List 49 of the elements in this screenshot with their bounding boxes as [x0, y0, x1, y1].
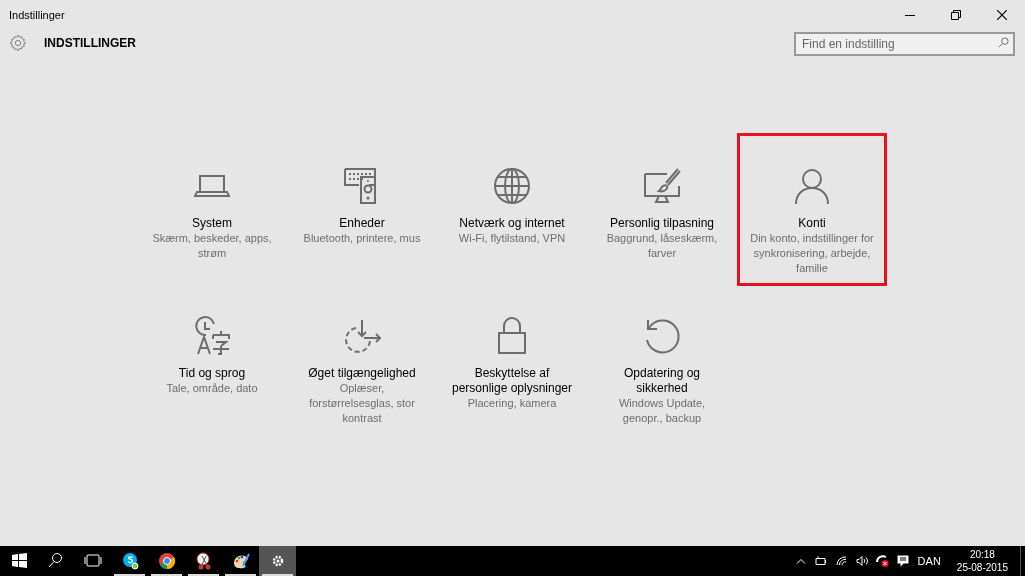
gear-icon	[9, 34, 27, 52]
settings-tile[interactable]: Konti Din konto, indstillinger for synkronisering, arbejde, familie	[737, 133, 887, 286]
tile-title: Øget tilgængelighed	[308, 366, 416, 381]
settings-tile[interactable]: Personlig tilpasning Baggrund, låseskærm, farver	[587, 133, 737, 283]
tile-description: Tale, område, dato	[166, 381, 258, 396]
tile-title: Konti	[798, 216, 826, 231]
page-title: INDSTILLINGER	[44, 35, 136, 52]
clock[interactable]: 20:18 25-08-2015	[956, 548, 1008, 574]
tile-description: Oplæser, forstørrelsesglas, stor kontrast	[308, 381, 416, 426]
browser-icon	[156, 551, 177, 571]
tile-title: System	[192, 216, 232, 231]
settings-tile[interactable]: Tid og sprog Tale, område, dato	[137, 283, 287, 433]
action-center-icon[interactable]	[896, 555, 909, 567]
person-icon	[792, 166, 832, 206]
battery-icon[interactable]	[814, 556, 827, 566]
settings-tile[interactable]: Enheder Bluetooth, printere, mus	[287, 133, 437, 283]
tile-title: Personlig tilpasning	[609, 216, 715, 231]
tile-description: Baggrund, låseskærm, farver	[605, 231, 719, 261]
globe-icon	[492, 166, 532, 206]
monitor-brush-icon	[642, 166, 682, 206]
tile-title: Beskyttelse af personlige oplysninger	[450, 366, 574, 396]
tile-description: Bluetooth, printere, mus	[303, 231, 421, 246]
settings-tile[interactable]: Netværk og internet Wi-Fi, flytilstand, VPN	[437, 133, 587, 283]
taskbar-button[interactable]	[259, 546, 296, 576]
volume-icon[interactable]	[855, 556, 868, 566]
chevron-up-icon[interactable]	[795, 558, 806, 564]
settings-tile[interactable]: Beskyttelse af personlige oplysninger Placering, kamera	[437, 283, 587, 433]
network-error-icon[interactable]	[875, 555, 889, 567]
wifi-icon[interactable]	[835, 556, 847, 566]
tile-title: Enheder	[339, 216, 385, 231]
tile-title: Netværk og internet	[459, 216, 565, 231]
tile-description: Skærm, beskeder, apps, strøm	[151, 231, 273, 261]
settings-tile[interactable]: System Skærm, beskeder, apps, strøm	[137, 133, 287, 283]
tile-description: Placering, kamera	[467, 396, 557, 411]
language-indicator[interactable]: DAN	[917, 552, 941, 570]
restore-icon	[951, 10, 961, 20]
search-field[interactable]: Find en indstilling	[794, 32, 1015, 56]
settings-tile[interactable]: Opdatering og sikkerhed Windows Update, genopr., backup	[587, 283, 737, 433]
tile-title: Tid og sprog	[178, 366, 246, 381]
search-icon	[998, 37, 1009, 48]
settings-tile[interactable]: Øget tilgængelighed Oplæser, forstørrelsesglas, stor kontrast	[287, 283, 437, 433]
tile-description: Windows Update, genopr., backup	[617, 396, 707, 426]
close-icon	[997, 10, 1007, 20]
minimize-icon	[905, 14, 915, 16]
tile-title: Opdatering og sikkerhed	[622, 366, 702, 396]
clock-letter-icon	[192, 316, 232, 356]
window-title: Indstillinger	[9, 7, 65, 23]
tile-description: Wi-Fi, flytilstand, VPN	[458, 231, 566, 246]
tile-description: Din konto, indstillinger for synkronisering, arbejde, familie	[750, 231, 874, 276]
